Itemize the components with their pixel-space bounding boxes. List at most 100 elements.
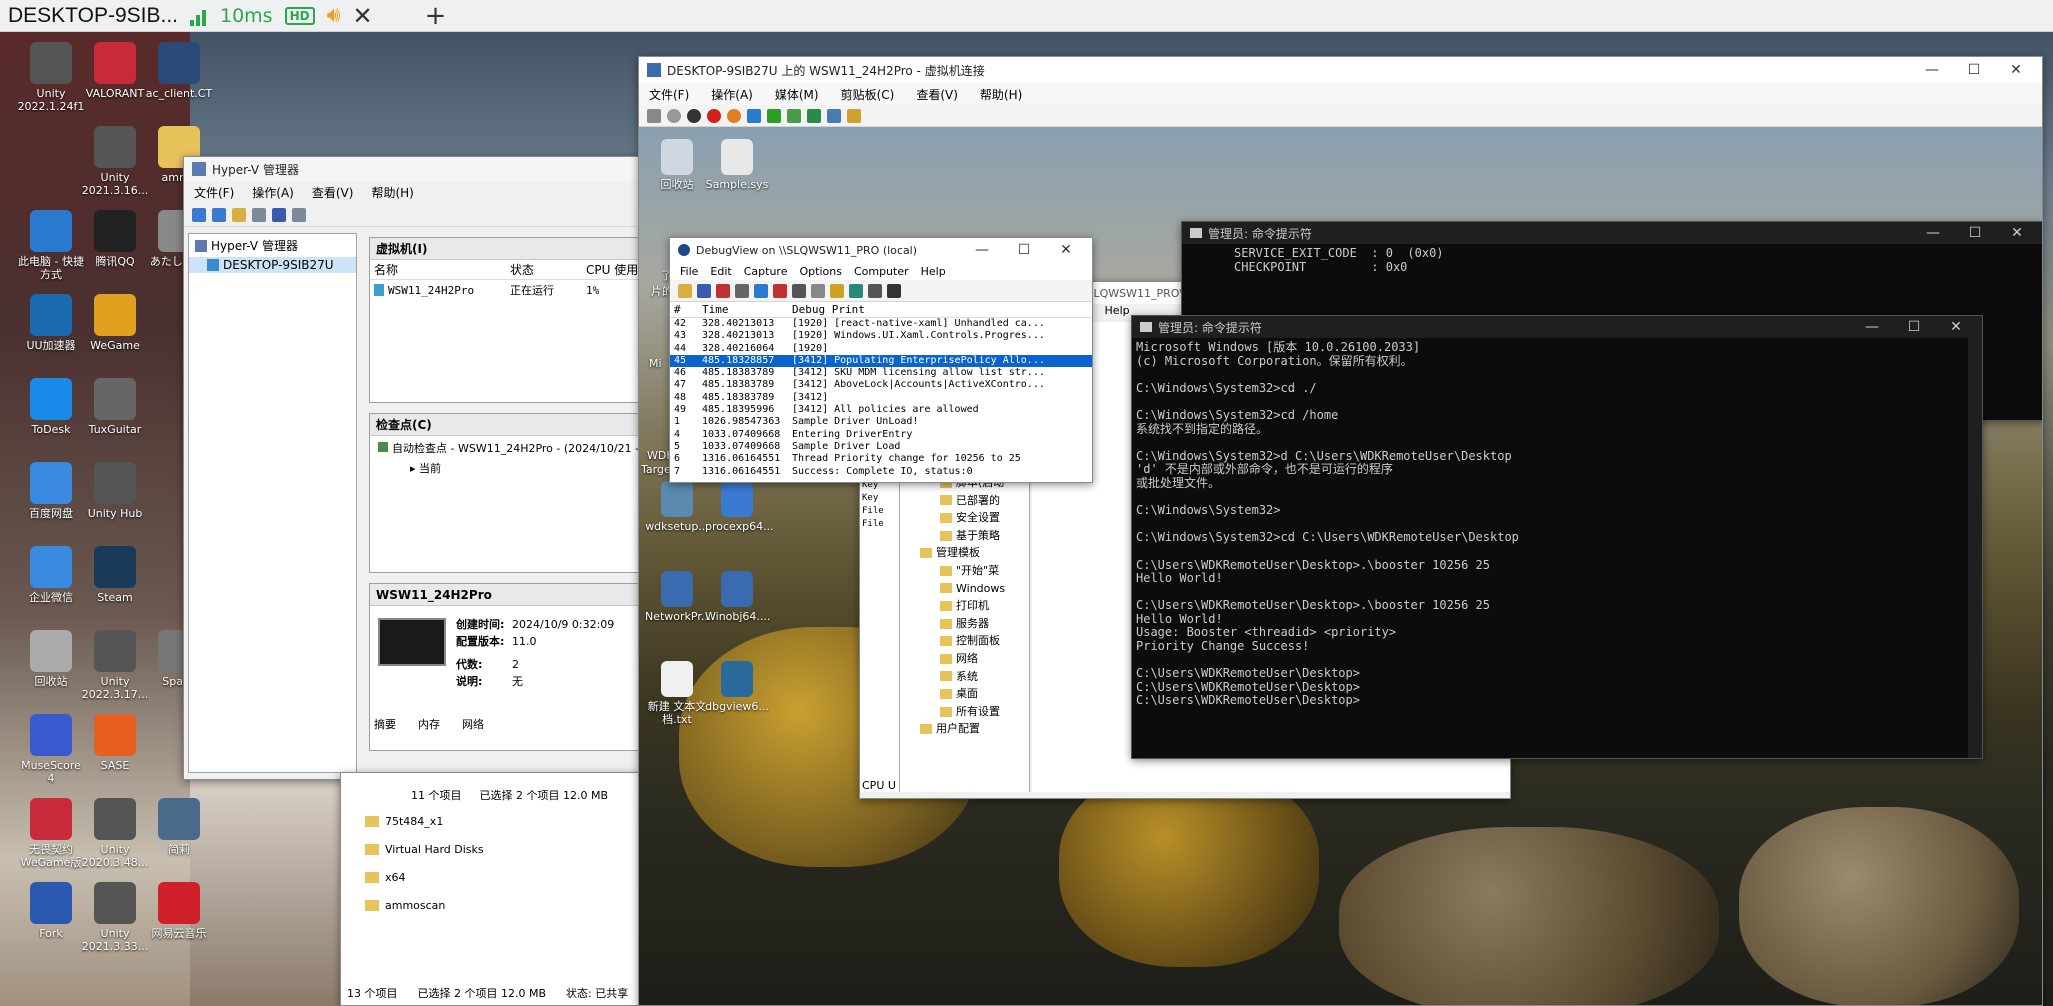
col-name[interactable]: 名称: [370, 261, 510, 278]
tab-network[interactable]: 网络: [462, 716, 484, 732]
dv-col-num[interactable]: #: [670, 303, 702, 316]
desktop-icon[interactable]: Fork: [16, 882, 86, 940]
folder-icon[interactable]: [232, 207, 246, 222]
debug-row[interactable]: 5 1033.07409668 Sample Driver Load: [670, 441, 1092, 453]
tree-node[interactable]: 管理模板: [900, 544, 1029, 562]
desktop-icon[interactable]: Unity 2022.3.17...: [80, 630, 150, 701]
vm-menu-help[interactable]: 帮助(H): [980, 86, 1022, 103]
tab-memory[interactable]: 内存: [418, 716, 440, 732]
binoculars-icon[interactable]: [887, 283, 901, 298]
debug-row[interactable]: 44 328.40216064 [1920]: [670, 343, 1092, 355]
autoscroll-icon[interactable]: [754, 283, 768, 298]
tree-node[interactable]: 已部署的: [900, 492, 1029, 510]
tree-node[interactable]: 服务器: [900, 615, 1029, 633]
save-icon[interactable]: [727, 108, 741, 123]
debug-row[interactable]: 6 1316.06164551 Thread Priority change for…: [670, 453, 1092, 465]
explorer-item[interactable]: x64: [341, 863, 639, 891]
cmd2-min[interactable]: —: [1854, 319, 1890, 335]
menu-help[interactable]: 帮助(H): [371, 184, 413, 201]
bookmark-icon[interactable]: [849, 283, 863, 298]
speaker-icon[interactable]: 🔊︎: [327, 3, 341, 28]
explorer-item[interactable]: 75t484_x1: [341, 807, 639, 835]
tree-node[interactable]: 控制面板: [900, 632, 1029, 650]
dv-menu-capture[interactable]: Capture: [744, 265, 788, 278]
tree-node[interactable]: "开始"菜: [900, 562, 1029, 580]
checkpoint-item[interactable]: 自动检查点 - WSW11_24H2Pro - (2024/10/21 - 1: [370, 436, 642, 460]
desktop-icon[interactable]: 网易云音乐: [144, 882, 214, 940]
vm-menu-action[interactable]: 操作(A): [711, 86, 753, 103]
desktop-icon[interactable]: 企业微信: [16, 546, 86, 604]
checkpoint-icon[interactable]: [787, 108, 801, 123]
desktop-icon[interactable]: 回收站: [16, 630, 86, 688]
capture-icon[interactable]: [716, 283, 730, 298]
tree-node[interactable]: 用户配置: [900, 720, 1029, 738]
new-session-icon[interactable]: +: [425, 1, 447, 31]
desktop-icon[interactable]: Unity 2021.3.16...: [80, 126, 150, 197]
guest-desktop-icon[interactable]: Winobj64....: [705, 571, 770, 623]
debug-row[interactable]: 48 485.18383789 [3412]: [670, 392, 1092, 404]
guest-desktop-icon[interactable]: wdksetup...: [645, 481, 709, 533]
desktop-icon[interactable]: Unity 2021.3.33...: [80, 882, 150, 953]
tree-node[interactable]: 所有设置: [900, 703, 1029, 721]
filter-icon[interactable]: [792, 283, 806, 298]
desktop-icon[interactable]: 此电脑 - 快捷方式: [16, 210, 86, 281]
session-title[interactable]: DESKTOP-9SIB...: [8, 4, 178, 28]
close-session-icon[interactable]: ✕: [352, 2, 372, 30]
find-icon[interactable]: [735, 283, 749, 298]
explorer-window[interactable]: 11 个项目 已选择 2 个项目 12.0 MB 75t484_x1 Virtual…: [340, 772, 640, 1006]
tree-node[interactable]: 系统: [900, 668, 1029, 686]
forward-icon[interactable]: [212, 207, 226, 222]
desktop-icon[interactable]: 百度网盘: [16, 462, 86, 520]
debug-row[interactable]: 7 1316.06164551 Success: Complete IO, stat…: [670, 466, 1092, 478]
enhanced-session-icon[interactable]: [827, 108, 841, 123]
share-icon[interactable]: [847, 108, 861, 123]
dv-min[interactable]: —: [964, 242, 1000, 258]
shutdown-icon[interactable]: [707, 108, 721, 123]
debug-row[interactable]: 49 485.18395996 [3412] All policies are al…: [670, 404, 1092, 416]
dv-close[interactable]: ✕: [1048, 242, 1084, 258]
desktop-icon[interactable]: Steam: [80, 546, 150, 604]
clear-icon[interactable]: [773, 283, 787, 298]
close-button[interactable]: ✕: [1998, 62, 2034, 78]
vm-menu-clipboard[interactable]: 剪贴板(C): [841, 86, 895, 103]
minimize-button[interactable]: —: [1914, 62, 1950, 78]
desktop-icon[interactable]: 简莉: [144, 798, 214, 856]
cmd1-min[interactable]: —: [1915, 225, 1951, 241]
desktop-icon[interactable]: VALORANT: [80, 42, 150, 100]
dv-col-time[interactable]: Time: [702, 303, 792, 316]
explorer-item[interactable]: ammoscan: [341, 891, 639, 919]
desktop-icon[interactable]: Unity Hub: [80, 462, 150, 520]
desktop-icon[interactable]: Unity 2022.1.24f1: [16, 42, 86, 113]
col-state[interactable]: 状态: [510, 261, 586, 278]
cmd2-scrollbar[interactable]: [1968, 338, 1982, 758]
dv-col-print[interactable]: Debug Print: [792, 303, 865, 316]
guest-desktop-icon[interactable]: 回收站: [645, 139, 709, 191]
highlight-icon[interactable]: [811, 283, 825, 298]
history-icon[interactable]: [868, 283, 882, 298]
pause-icon[interactable]: [747, 108, 761, 123]
vm-menu-media[interactable]: 媒体(M): [775, 86, 819, 103]
tree-node[interactable]: 网络: [900, 650, 1029, 668]
tree-host[interactable]: DESKTOP-9SIB27U: [189, 257, 356, 273]
cmd1-max[interactable]: ☐: [1957, 225, 1993, 241]
back-icon[interactable]: [192, 207, 206, 222]
tree-node[interactable]: 安全设置: [900, 509, 1029, 527]
desktop-icon[interactable]: TuxGuitar: [80, 378, 150, 436]
cmd2-output[interactable]: Microsoft Windows [版本 10.0.26100.2033] (c…: [1132, 338, 1982, 758]
checkpoint-now[interactable]: ▸ 当前: [370, 460, 642, 476]
tree-root[interactable]: Hyper-V 管理器: [189, 234, 356, 257]
vm-connection-window[interactable]: DESKTOP-9SIB27U 上的 WSW11_24H2Pro - 虚拟机连接…: [638, 56, 2043, 1006]
tree-node[interactable]: Windows: [900, 580, 1029, 598]
tree-node[interactable]: 基于策略: [900, 527, 1029, 545]
cmd2-close[interactable]: ✕: [1938, 319, 1974, 335]
turnoff-icon[interactable]: [687, 108, 701, 123]
debug-row[interactable]: 43 328.40213013 [1920] Windows.UI.Xaml.Con…: [670, 330, 1092, 342]
hyperv-manager-window[interactable]: Hyper-V 管理器 文件(F) 操作(A) 查看(V) 帮助(H) Hype…: [183, 156, 643, 780]
desktop-icon[interactable]: WeGame: [80, 294, 150, 352]
tab-summary[interactable]: 摘要: [374, 716, 396, 732]
debug-row[interactable]: 42 328.40213013 [1920] [react-native-xaml]…: [670, 318, 1092, 330]
menu-help-2[interactable]: Help: [1105, 304, 1130, 322]
tree-node[interactable]: 打印机: [900, 597, 1029, 615]
open-icon[interactable]: [678, 283, 692, 298]
dv-max[interactable]: ☐: [1006, 242, 1042, 258]
